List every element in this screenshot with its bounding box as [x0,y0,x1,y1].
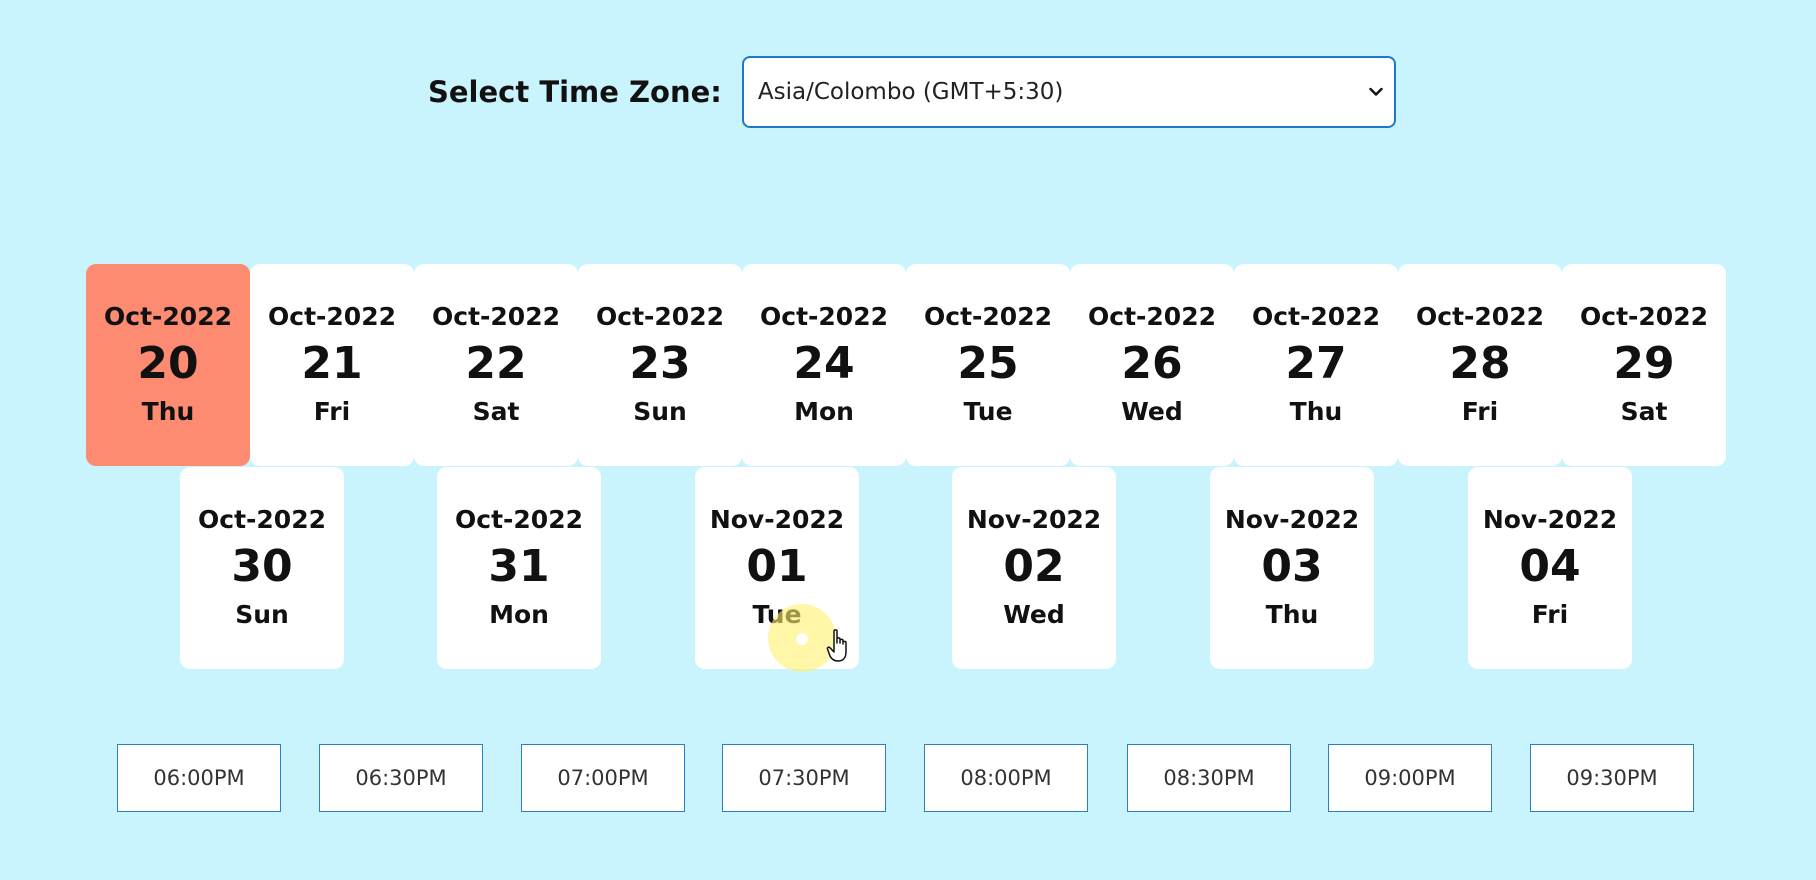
date-card-weekday: Mon [794,397,854,426]
date-card-day: 21 [301,338,363,389]
date-card-day: 31 [488,541,550,592]
date-card[interactable]: Oct-2022 23 Sun [578,264,742,466]
date-card-month: Nov-2022 [709,505,845,534]
date-card-month: Oct-2022 [104,302,232,331]
date-card-weekday: Wed [1121,397,1183,426]
date-card-day: 23 [629,338,691,389]
date-card-month: Nov-2022 [966,505,1102,534]
date-card[interactable]: Oct-2022 26 Wed [1070,264,1234,466]
date-card-month: Nov-2022 [1482,505,1618,534]
timezone-row: Select Time Zone: Asia/Colombo (GMT+5:30… [428,56,1396,128]
date-card[interactable]: Nov-2022 03 Thu [1210,467,1374,669]
date-card-month: Oct-2022 [432,302,560,331]
date-card-weekday: Mon [489,600,549,629]
date-card[interactable]: Nov-2022 01 Tue [695,467,859,669]
date-card-day: 30 [231,541,293,592]
date-card-month: Oct-2022 [1088,302,1216,331]
date-card-month: Oct-2022 [596,302,724,331]
date-card[interactable]: Oct-2022 29 Sat [1562,264,1726,466]
date-card-day: 22 [465,338,527,389]
date-card[interactable]: Nov-2022 02 Wed [952,467,1116,669]
date-card-weekday: Tue [752,600,802,629]
date-card-month: Oct-2022 [1580,302,1708,331]
date-card-month: Oct-2022 [1416,302,1544,331]
date-card-weekday: Sun [235,600,289,629]
date-card[interactable]: Oct-2022 21 Fri [250,264,414,466]
date-card-day: 01 [746,541,808,592]
date-card-weekday: Thu [1265,600,1319,629]
date-card[interactable]: Oct-2022 30 Sun [180,467,344,669]
date-card[interactable]: Oct-2022 31 Mon [437,467,601,669]
date-card-weekday: Thu [141,397,195,426]
time-slot-button[interactable]: 07:00PM [521,744,685,812]
date-card-day: 26 [1121,338,1183,389]
time-slot-button[interactable]: 06:30PM [319,744,483,812]
time-slot-button[interactable]: 09:00PM [1328,744,1492,812]
date-card-day: 29 [1613,338,1675,389]
timezone-select[interactable]: Asia/Colombo (GMT+5:30) [741,56,1396,128]
date-card-weekday: Fri [1531,600,1569,629]
date-card[interactable]: Oct-2022 25 Tue [906,264,1070,466]
date-card[interactable]: Nov-2022 04 Fri [1468,467,1632,669]
date-card-weekday: Sun [633,397,687,426]
date-card-month: Oct-2022 [268,302,396,331]
date-card-weekday: Tue [963,397,1013,426]
date-card-month: Oct-2022 [455,505,583,534]
date-card-day: 02 [1003,541,1065,592]
date-card-day: 27 [1285,338,1347,389]
date-card-weekday: Sat [1620,397,1668,426]
date-card-weekday: Thu [1289,397,1343,426]
date-card-weekday: Fri [1461,397,1499,426]
date-card-day: 24 [793,338,855,389]
date-card[interactable]: Oct-2022 24 Mon [742,264,906,466]
date-card-month: Oct-2022 [760,302,888,331]
date-card-day: 04 [1519,541,1581,592]
date-card-day: 25 [957,338,1019,389]
date-card-weekday: Fri [313,397,351,426]
date-card[interactable]: Oct-2022 27 Thu [1234,264,1398,466]
date-card[interactable]: Oct-2022 20 Thu [86,264,250,466]
time-slot-button[interactable]: 08:30PM [1127,744,1291,812]
date-card-day: 03 [1261,541,1323,592]
timezone-label: Select Time Zone: [428,75,722,109]
time-slot-button[interactable]: 09:30PM [1530,744,1694,812]
time-slot-button[interactable]: 08:00PM [924,744,1088,812]
date-card-day: 20 [137,338,199,389]
timezone-selected-value: Asia/Colombo (GMT+5:30) [757,79,1064,105]
date-card-day: 28 [1449,338,1511,389]
date-card-month: Nov-2022 [1224,505,1360,534]
date-card-month: Oct-2022 [1252,302,1380,331]
time-slot-button[interactable]: 07:30PM [722,744,886,812]
time-slot-button[interactable]: 06:00PM [117,744,281,812]
date-card-weekday: Sat [472,397,520,426]
date-card-month: Oct-2022 [924,302,1052,331]
date-card-month: Oct-2022 [198,505,326,534]
date-card-weekday: Wed [1003,600,1065,629]
date-card[interactable]: Oct-2022 22 Sat [414,264,578,466]
chevron-down-icon [1368,84,1384,100]
date-card[interactable]: Oct-2022 28 Fri [1398,264,1562,466]
